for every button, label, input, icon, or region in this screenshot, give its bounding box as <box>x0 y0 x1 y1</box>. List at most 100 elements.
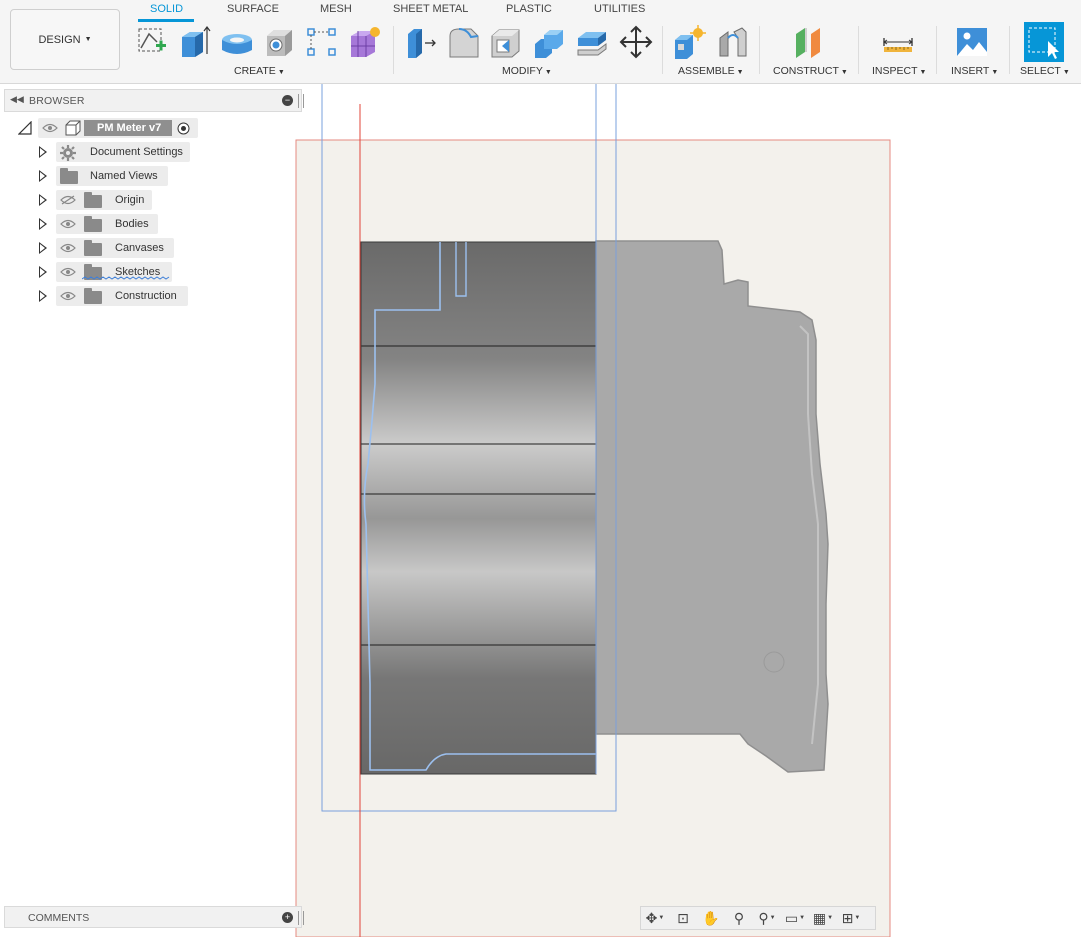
fillet-icon[interactable] <box>447 24 481 60</box>
node-label: Origin <box>115 194 145 206</box>
visibility-eye-icon[interactable] <box>60 243 76 253</box>
offset-plane-icon[interactable] <box>791 24 825 60</box>
node-label: Bodies <box>115 218 149 230</box>
warning-underline <box>82 276 170 280</box>
node-label: Canvases <box>115 242 164 254</box>
activate-component-icon[interactable] <box>177 122 190 135</box>
browser-panel-header[interactable]: ◀◀ BROWSER − <box>4 89 304 112</box>
select-icon[interactable] <box>1024 22 1064 62</box>
inspect-menu-label: INSPECT <box>872 65 918 77</box>
joint-icon[interactable] <box>716 24 750 60</box>
toolbar-divider <box>759 26 760 74</box>
toolbar-divider <box>936 26 937 74</box>
offset-face-icon[interactable] <box>575 24 609 60</box>
add-comment-icon[interactable]: + <box>282 912 293 923</box>
expand-arrow-icon[interactable] <box>39 242 47 254</box>
visibility-eye-icon[interactable] <box>42 123 58 133</box>
press-pull-icon[interactable] <box>404 24 438 60</box>
measure-icon[interactable] <box>881 24 915 60</box>
revolve-icon[interactable] <box>220 24 254 60</box>
chevron-down-icon: ▼ <box>544 69 552 76</box>
active-tab-indicator <box>138 19 194 22</box>
3d-viewport[interactable] <box>0 84 1081 937</box>
minimize-icon[interactable]: − <box>282 95 293 106</box>
zoom-icon[interactable]: ⚲ <box>725 907 753 929</box>
insert-menu-label: INSERT <box>951 65 990 77</box>
chevron-down-icon: ▼ <box>840 69 848 76</box>
toolbar: DESIGN ▼ SOLID SURFACE MESH SHEET METAL … <box>0 0 1081 84</box>
node-label: Named Views <box>90 170 158 182</box>
new-sketch-icon[interactable] <box>135 24 169 60</box>
expand-arrow-icon[interactable] <box>39 194 47 206</box>
expand-arrow-icon[interactable] <box>39 170 47 182</box>
fit-icon[interactable]: ⚲ ▼ <box>753 907 781 929</box>
chevron-down-icon: ▼ <box>991 69 999 76</box>
chevron-down-icon: ▼ <box>1062 69 1070 76</box>
panel-resize-handle[interactable] <box>298 911 304 925</box>
expand-arrow-icon[interactable] <box>39 146 47 158</box>
comments-panel[interactable]: COMMENTS + <box>4 906 304 928</box>
folder-icon <box>60 168 78 184</box>
workspace-switcher[interactable]: DESIGN ▼ <box>10 9 120 70</box>
inspect-menu[interactable]: INSPECT ▼ <box>872 65 926 77</box>
create-form-icon[interactable] <box>348 24 382 60</box>
orbit-icon[interactable]: ✥ ▼ <box>641 907 669 929</box>
gear-icon <box>60 145 76 161</box>
visibility-eye-icon[interactable] <box>60 267 76 277</box>
expand-down-icon[interactable] <box>18 121 32 135</box>
new-component-icon[interactable] <box>672 24 706 60</box>
canvas-scene[interactable] <box>0 84 1081 937</box>
expand-arrow-icon[interactable] <box>39 266 47 278</box>
expand-arrow-icon[interactable] <box>39 290 47 302</box>
create-menu[interactable]: CREATE ▼ <box>234 65 285 77</box>
modify-menu-label: MODIFY <box>502 65 543 77</box>
navigation-bar: ✥ ▼ ⊡ ✋ ⚲ ⚲ ▼ ▭ ▼ ▦ ▼ ⊞ ▼ <box>640 906 876 930</box>
tab-plastic[interactable]: PLASTIC <box>506 3 552 15</box>
create-menu-label: CREATE <box>234 65 276 77</box>
insert-image-icon[interactable] <box>955 24 989 60</box>
tab-mesh[interactable]: MESH <box>320 3 352 15</box>
construct-menu[interactable]: CONSTRUCT ▼ <box>773 65 848 77</box>
visibility-eye-icon[interactable] <box>60 291 76 301</box>
panel-resize-handle[interactable] <box>298 94 304 108</box>
workspace-label: DESIGN <box>38 33 81 46</box>
solid-body[interactable] <box>361 242 596 774</box>
collapse-panel-icon[interactable]: ◀◀ <box>10 94 24 105</box>
root-node-label: PM Meter v7 <box>97 122 162 134</box>
grid-icon[interactable]: ▦ ▼ <box>809 907 837 929</box>
pan-icon[interactable]: ✋ <box>697 907 725 929</box>
assemble-menu[interactable]: ASSEMBLE ▼ <box>678 65 744 77</box>
insert-menu[interactable]: INSERT ▼ <box>951 65 998 77</box>
move-copy-icon[interactable] <box>619 24 653 60</box>
chevron-down-icon: ▼ <box>277 69 285 76</box>
chevron-down-icon: ▼ <box>736 69 744 76</box>
shell-icon[interactable] <box>489 24 523 60</box>
folder-icon <box>84 288 102 304</box>
node-label: Document Settings <box>90 146 183 158</box>
extrude-icon[interactable] <box>177 24 211 60</box>
select-menu-label: SELECT <box>1020 65 1061 77</box>
expand-arrow-icon[interactable] <box>39 218 47 230</box>
look-at-icon[interactable]: ⊡ <box>669 907 697 929</box>
tab-surface[interactable]: SURFACE <box>227 3 279 15</box>
folder-icon <box>84 240 102 256</box>
tab-solid[interactable]: SOLID <box>150 3 183 15</box>
folder-icon <box>84 192 102 208</box>
hidden-eye-icon[interactable] <box>60 195 76 205</box>
viewports-icon[interactable]: ⊞ ▼ <box>837 907 865 929</box>
hole-icon[interactable] <box>262 24 296 60</box>
modify-menu[interactable]: MODIFY ▼ <box>502 65 552 77</box>
chevron-down-icon: ▼ <box>84 36 92 43</box>
pattern-icon[interactable] <box>305 24 339 60</box>
toolbar-divider <box>662 26 663 74</box>
select-menu[interactable]: SELECT ▼ <box>1020 65 1070 77</box>
browser-title: BROWSER <box>29 95 85 107</box>
tab-utilities[interactable]: UTILITIES <box>594 3 645 15</box>
tab-sheet-metal[interactable]: SHEET METAL <box>393 3 468 15</box>
combine-icon[interactable] <box>532 24 566 60</box>
visibility-eye-icon[interactable] <box>60 219 76 229</box>
chevron-down-icon: ▼ <box>919 69 927 76</box>
display-settings-icon[interactable]: ▭ ▼ <box>781 907 809 929</box>
toolbar-divider <box>858 26 859 74</box>
node-label: Construction <box>115 290 177 302</box>
